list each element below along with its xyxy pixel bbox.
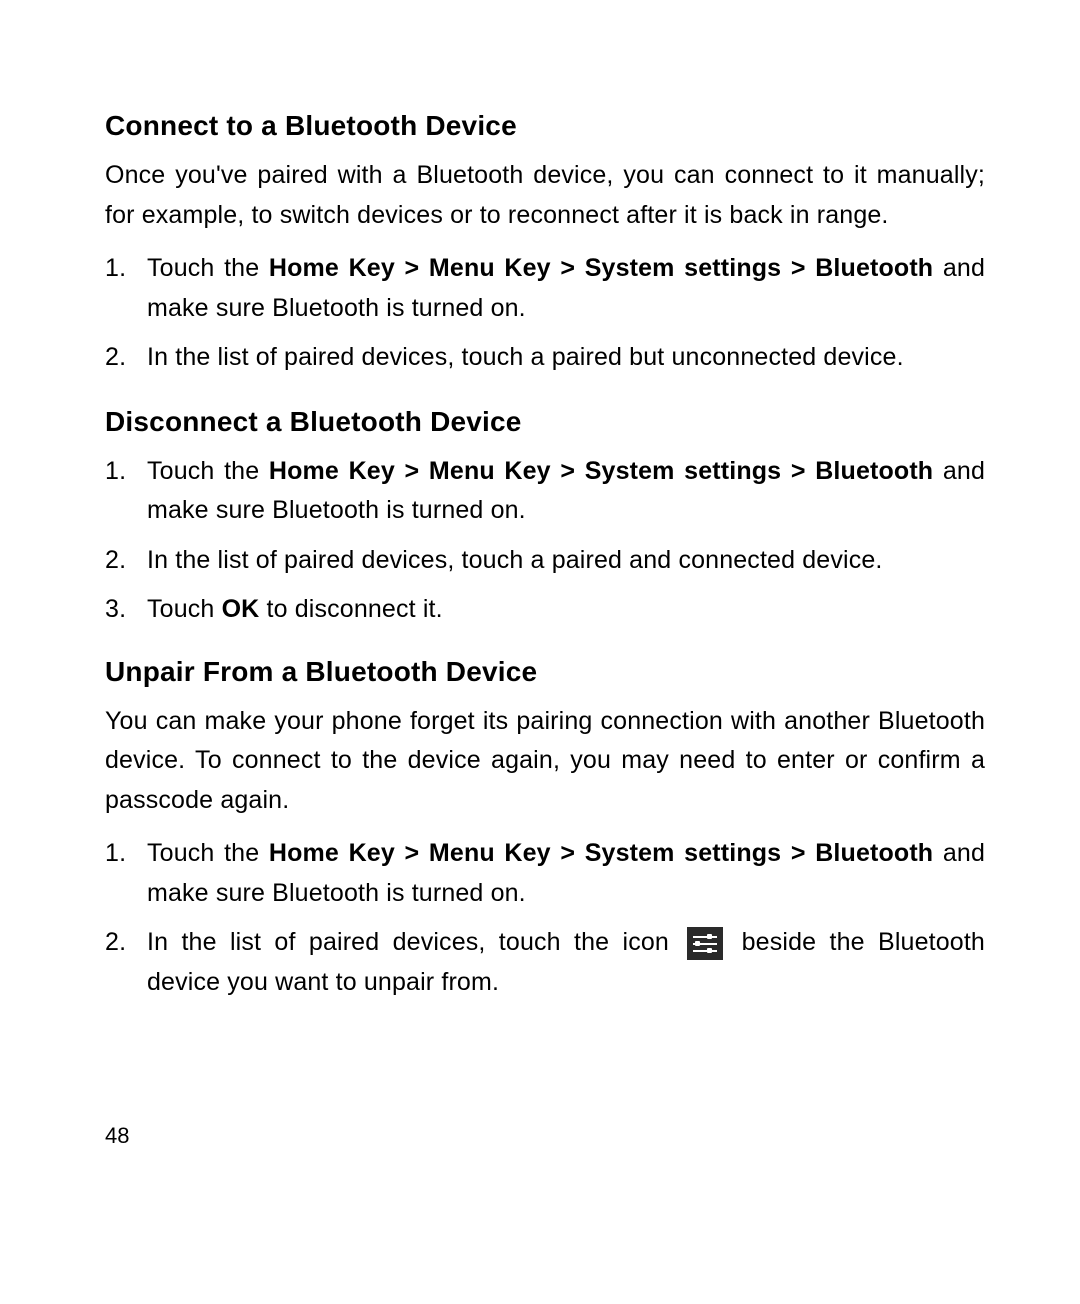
step-text: to disconnect it. — [259, 595, 442, 623]
list-item: In the list of paired devices, touch the… — [105, 923, 985, 1002]
list-item: Touch the Home Key > Menu Key > System s… — [105, 834, 985, 913]
list-item: In the list of paired devices, touch a p… — [105, 541, 985, 581]
page-number: 48 — [105, 1123, 129, 1149]
step-bold: Home Key > Menu Key > System settings > … — [269, 254, 933, 282]
list-disconnect: Touch the Home Key > Menu Key > System s… — [105, 452, 985, 630]
list-item: Touch the Home Key > Menu Key > System s… — [105, 452, 985, 531]
list-item: Touch OK to disconnect it. — [105, 590, 985, 630]
step-text: Touch the — [147, 457, 269, 485]
step-text: Touch the — [147, 254, 269, 282]
settings-sliders-icon — [687, 927, 723, 960]
step-bold: Home Key > Menu Key > System settings > … — [269, 457, 933, 485]
list-unpair: Touch the Home Key > Menu Key > System s… — [105, 834, 985, 1002]
list-item: Touch the Home Key > Menu Key > System s… — [105, 249, 985, 328]
step-text: Touch — [147, 595, 222, 623]
paragraph-unpair-intro: You can make your phone forget its pairi… — [105, 702, 985, 821]
list-connect: Touch the Home Key > Menu Key > System s… — [105, 249, 985, 378]
heading-disconnect: Disconnect a Bluetooth Device — [105, 406, 985, 438]
paragraph-connect-intro: Once you've paired with a Bluetooth devi… — [105, 156, 985, 235]
heading-unpair: Unpair From a Bluetooth Device — [105, 656, 985, 688]
list-item: In the list of paired devices, touch a p… — [105, 338, 985, 378]
step-text: In the list of paired devices, touch the… — [147, 928, 682, 956]
step-text: Touch the — [147, 839, 269, 867]
heading-connect: Connect to a Bluetooth Device — [105, 110, 985, 142]
step-bold: OK — [222, 595, 260, 623]
step-bold: Home Key > Menu Key > System settings > … — [269, 839, 933, 867]
